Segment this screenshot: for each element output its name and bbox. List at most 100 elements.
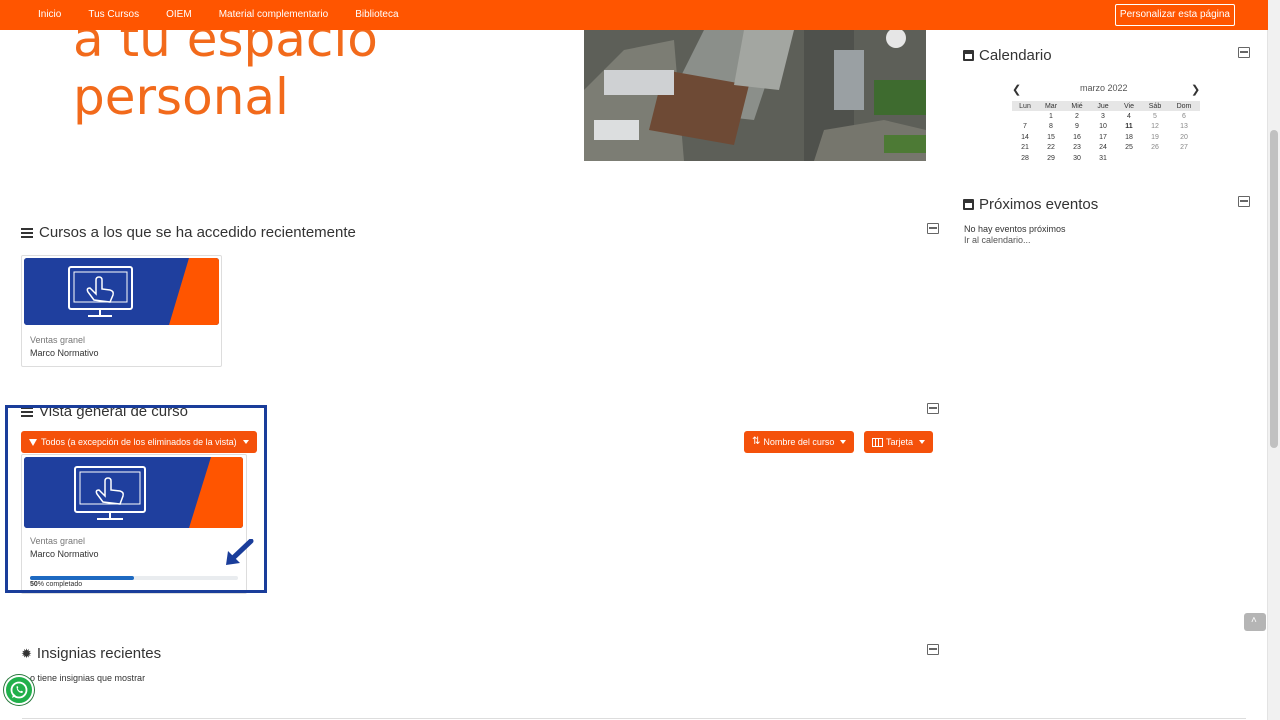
calendar-day[interactable]: 6 bbox=[1168, 111, 1200, 122]
sort-dropdown[interactable]: ⇅ Nombre del curso bbox=[744, 431, 855, 453]
calendar-day[interactable]: 22 bbox=[1038, 143, 1064, 154]
calendar-day[interactable]: 25 bbox=[1116, 143, 1142, 154]
arrow-annotation-icon bbox=[226, 539, 254, 565]
calendar-day[interactable]: 23 bbox=[1064, 143, 1090, 154]
recent-courses-title-text: Cursos a los que se ha accedido reciente… bbox=[39, 224, 356, 241]
calendar-day[interactable]: 26 bbox=[1142, 143, 1168, 154]
calendar-day[interactable]: 21 bbox=[1012, 143, 1038, 154]
calendar-day[interactable]: 9 bbox=[1064, 122, 1090, 133]
sort-label: Nombre del curso bbox=[763, 437, 835, 447]
calendar-weekday: Dom bbox=[1168, 101, 1200, 111]
footer-divider bbox=[22, 718, 1246, 719]
calendar-day[interactable]: 10 bbox=[1090, 122, 1116, 133]
go-to-calendar-link[interactable]: Ir al calendario... bbox=[964, 235, 1031, 245]
no-events-text: No hay eventos próximos bbox=[964, 224, 1066, 234]
calendar-day[interactable]: 27 bbox=[1168, 143, 1200, 154]
calendar-day[interactable]: 5 bbox=[1142, 111, 1168, 122]
calendar-day[interactable]: 24 bbox=[1090, 143, 1116, 154]
course-progress-text: 50% completado bbox=[30, 581, 82, 588]
course-name[interactable]: Marco Normativo bbox=[30, 348, 99, 358]
customize-page-button[interactable]: Personalizar esta página bbox=[1114, 4, 1235, 26]
calendar-day[interactable]: 4 bbox=[1116, 111, 1142, 122]
calendar-day[interactable]: 16 bbox=[1064, 132, 1090, 143]
menu-icon bbox=[21, 226, 33, 240]
calendar-day[interactable]: 15 bbox=[1038, 132, 1064, 143]
whatsapp-icon bbox=[10, 681, 28, 699]
calendar-week: 21 22 23 24 25 26 27 bbox=[1012, 143, 1200, 154]
scrollbar-thumb[interactable] bbox=[1270, 130, 1278, 448]
calendar-title-text: Calendario bbox=[979, 47, 1052, 64]
calendar-week: 28 29 30 31 bbox=[1012, 153, 1200, 164]
calendar-day[interactable]: 17 bbox=[1090, 132, 1116, 143]
page-scrollbar[interactable] bbox=[1267, 0, 1280, 720]
calendar-icon bbox=[963, 199, 974, 210]
badge-icon: ✹ bbox=[21, 645, 32, 661]
sort-icon: ⇅ bbox=[752, 436, 761, 447]
calendar-day[interactable]: 11 bbox=[1116, 122, 1142, 133]
progress-value: 50 bbox=[30, 581, 38, 588]
calendar-day[interactable]: 1 bbox=[1038, 111, 1064, 122]
collapse-badges-icon[interactable] bbox=[927, 644, 939, 655]
calendar-month-label: marzo 2022 bbox=[1080, 83, 1128, 93]
no-badges-text: o tiene insignias que mostrar bbox=[30, 673, 146, 683]
calendar-weekday: Jue bbox=[1090, 101, 1116, 111]
calendar-weekday: Vie bbox=[1116, 101, 1142, 111]
calendar-icon bbox=[963, 50, 974, 61]
collapse-upcoming-icon[interactable] bbox=[1238, 196, 1250, 207]
calendar-day[interactable]: 14 bbox=[1012, 132, 1038, 143]
grid-icon bbox=[872, 437, 883, 447]
collapse-overview-icon[interactable] bbox=[927, 403, 939, 414]
banner-line-2: personal bbox=[73, 68, 289, 126]
calendar-weekday: Mié bbox=[1064, 101, 1090, 111]
scroll-to-top-button[interactable]: ˄ bbox=[1244, 613, 1266, 631]
recent-badges-title-text: Insignias recientes bbox=[36, 645, 162, 662]
calendar-day[interactable]: 19 bbox=[1142, 132, 1168, 143]
calendar-day[interactable]: 3 bbox=[1090, 111, 1116, 122]
calendar-day[interactable]: 28 bbox=[1012, 153, 1038, 164]
course-image[interactable] bbox=[24, 258, 219, 325]
calendar-week: 14 15 16 17 18 19 20 bbox=[1012, 132, 1200, 143]
progress-suffix: % completado bbox=[37, 581, 83, 588]
calendar-day[interactable]: 2 bbox=[1064, 111, 1090, 122]
filter-icon bbox=[29, 438, 37, 446]
calendar-day[interactable]: 7 bbox=[1012, 122, 1038, 133]
course-progress-fill bbox=[30, 576, 134, 580]
course-category: Ventas granel bbox=[30, 335, 86, 345]
calendar-weekday: Mar bbox=[1038, 101, 1064, 111]
recent-course-card[interactable]: Ventas granel Marco Normativo bbox=[21, 255, 222, 367]
nav-item-biblioteca[interactable]: Biblioteca bbox=[355, 0, 398, 30]
calendar-day[interactable]: 31 bbox=[1090, 153, 1116, 164]
calendar-day[interactable]: 8 bbox=[1038, 122, 1064, 133]
calendar-day[interactable]: 18 bbox=[1116, 132, 1142, 143]
chevron-down-icon bbox=[919, 440, 926, 444]
upcoming-events-title-text: Próximos eventos bbox=[979, 196, 1099, 213]
nav-item-oiem[interactable]: OIEM bbox=[166, 0, 192, 30]
upcoming-events-title: Próximos eventos bbox=[963, 196, 1098, 213]
calendar-day[interactable]: 29 bbox=[1038, 153, 1064, 164]
calendar-day bbox=[1012, 111, 1038, 122]
calendar-next-month-icon[interactable]: ❯ bbox=[1191, 83, 1200, 96]
course-category: Ventas granel bbox=[30, 536, 86, 546]
course-name[interactable]: Marco Normativo bbox=[30, 549, 99, 559]
course-filter-dropdown[interactable]: Todos (a excepción de los eliminados de … bbox=[21, 431, 257, 453]
calendar-weekday: Sáb bbox=[1142, 101, 1168, 111]
collapse-recent-courses-icon[interactable] bbox=[927, 223, 939, 234]
nav-item-tus-cursos[interactable]: Tus Cursos bbox=[88, 0, 139, 30]
course-progress-bar bbox=[30, 576, 238, 580]
nav-menu: Inicio Tus Cursos OIEM Material compleme… bbox=[38, 0, 426, 30]
calendar-day[interactable]: 12 bbox=[1142, 122, 1168, 133]
course-image[interactable] bbox=[24, 457, 243, 528]
calendar-prev-month-icon[interactable]: ❮ bbox=[1012, 83, 1021, 96]
calendar-day[interactable]: 13 bbox=[1168, 122, 1200, 133]
overview-course-card[interactable]: Ventas granel Marco Normativo 50% comple… bbox=[21, 454, 247, 594]
calendar-grid: Lun Mar Mié Jue Vie Sáb Dom 1 2 3 4 5 6 7 8 9 10 11 12 13 1… bbox=[1012, 101, 1200, 164]
calendar-day[interactable]: 30 bbox=[1064, 153, 1090, 164]
whatsapp-button[interactable] bbox=[4, 675, 34, 705]
collapse-calendar-icon[interactable] bbox=[1238, 47, 1250, 58]
view-mode-dropdown[interactable]: Tarjeta bbox=[864, 431, 934, 453]
calendar-day[interactable]: 20 bbox=[1168, 132, 1200, 143]
nav-item-inicio[interactable]: Inicio bbox=[38, 0, 61, 30]
chevron-up-icon: ˄ bbox=[1251, 615, 1257, 626]
chevron-down-icon bbox=[242, 440, 249, 444]
nav-item-material-complementario[interactable]: Material complementario bbox=[219, 0, 329, 30]
